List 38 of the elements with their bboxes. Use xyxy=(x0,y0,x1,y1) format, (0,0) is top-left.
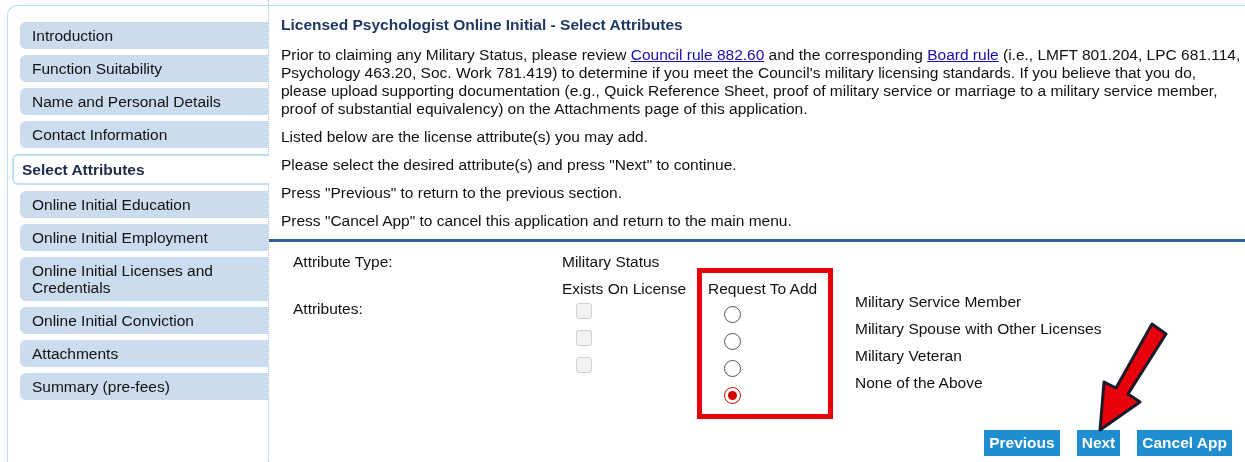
checkbox[interactable] xyxy=(576,330,592,346)
instruction-text: Please select the desired attribute(s) and press "Next" to continue. xyxy=(281,156,738,174)
radio-button[interactable] xyxy=(724,387,741,404)
radio-button[interactable] xyxy=(724,360,741,377)
board-rule-link[interactable]: Board rule xyxy=(927,46,999,63)
instruction-text: Press "Previous" to return to the previous section. xyxy=(281,184,623,202)
sidebar-item[interactable]: Online Initial Education xyxy=(20,191,268,218)
checkbox[interactable] xyxy=(576,357,592,373)
attribute-label: Military Veteran xyxy=(855,347,962,365)
sidebar-item[interactable]: Online Initial Conviction xyxy=(20,307,268,334)
sidebar-item[interactable]: Introduction xyxy=(20,22,268,49)
page-title: Licensed Psychologist Online Initial - Select Attributes xyxy=(281,16,684,34)
council-rule-link[interactable]: Council rule 882.60 xyxy=(630,46,765,63)
attribute-type-value: Military Status xyxy=(562,253,660,271)
sidebar-item[interactable]: Attachments xyxy=(20,340,268,367)
column-header: Request To Add xyxy=(708,280,818,298)
sidebar-item[interactable]: Function Suitability xyxy=(20,55,268,82)
intro-paragraph: Prior to claiming any Military Status, please review Council rule 882.60 and the corresponding Board rule (i.e., LMFT 801.204, LPC 681.114, Psychology 463.20, Soc. Work 781.419) to determine if you meet the Council's military licensing standards. If you believe that you do, please upload supporting documentation (e.g., Quick Reference Sheet, proof of military service or marriage to a military service member, proof of substantial equivalency) on the Attachments page of this application. xyxy=(281,46,1241,118)
action-button[interactable]: Cancel App xyxy=(1137,430,1232,456)
attribute-type-label: Attribute Type: xyxy=(293,253,393,271)
checkbox[interactable] xyxy=(576,303,592,319)
radio-button[interactable] xyxy=(724,306,741,323)
sidebar-item[interactable]: Summary (pre-fees) xyxy=(20,373,268,400)
sidebar-item[interactable]: Contact Information xyxy=(20,121,268,148)
attribute-label: Military Spouse with Other Licenses xyxy=(855,320,1102,338)
sidebar-item[interactable]: Online Initial Employment xyxy=(20,224,268,251)
attribute-label: None of the Above xyxy=(855,374,983,392)
action-button[interactable]: Next xyxy=(1076,430,1121,456)
column-header: Exists On License xyxy=(562,280,687,298)
action-button[interactable]: Previous xyxy=(984,430,1060,456)
instruction-text: Press "Cancel App" to cancel this application and return to the main menu. xyxy=(281,212,793,230)
sidebar-item[interactable]: Online Initial Licenses and Credentials xyxy=(20,257,268,301)
sidebar-item[interactable]: Name and Personal Details xyxy=(20,88,268,115)
attribute-label: Military Service Member xyxy=(855,293,1022,311)
instruction-text: Listed below are the license attribute(s) you may add. xyxy=(281,128,650,146)
sidebar-item[interactable]: Select Attributes xyxy=(12,154,269,185)
attributes-label: Attributes: xyxy=(293,300,363,318)
radio-button[interactable] xyxy=(724,333,741,350)
